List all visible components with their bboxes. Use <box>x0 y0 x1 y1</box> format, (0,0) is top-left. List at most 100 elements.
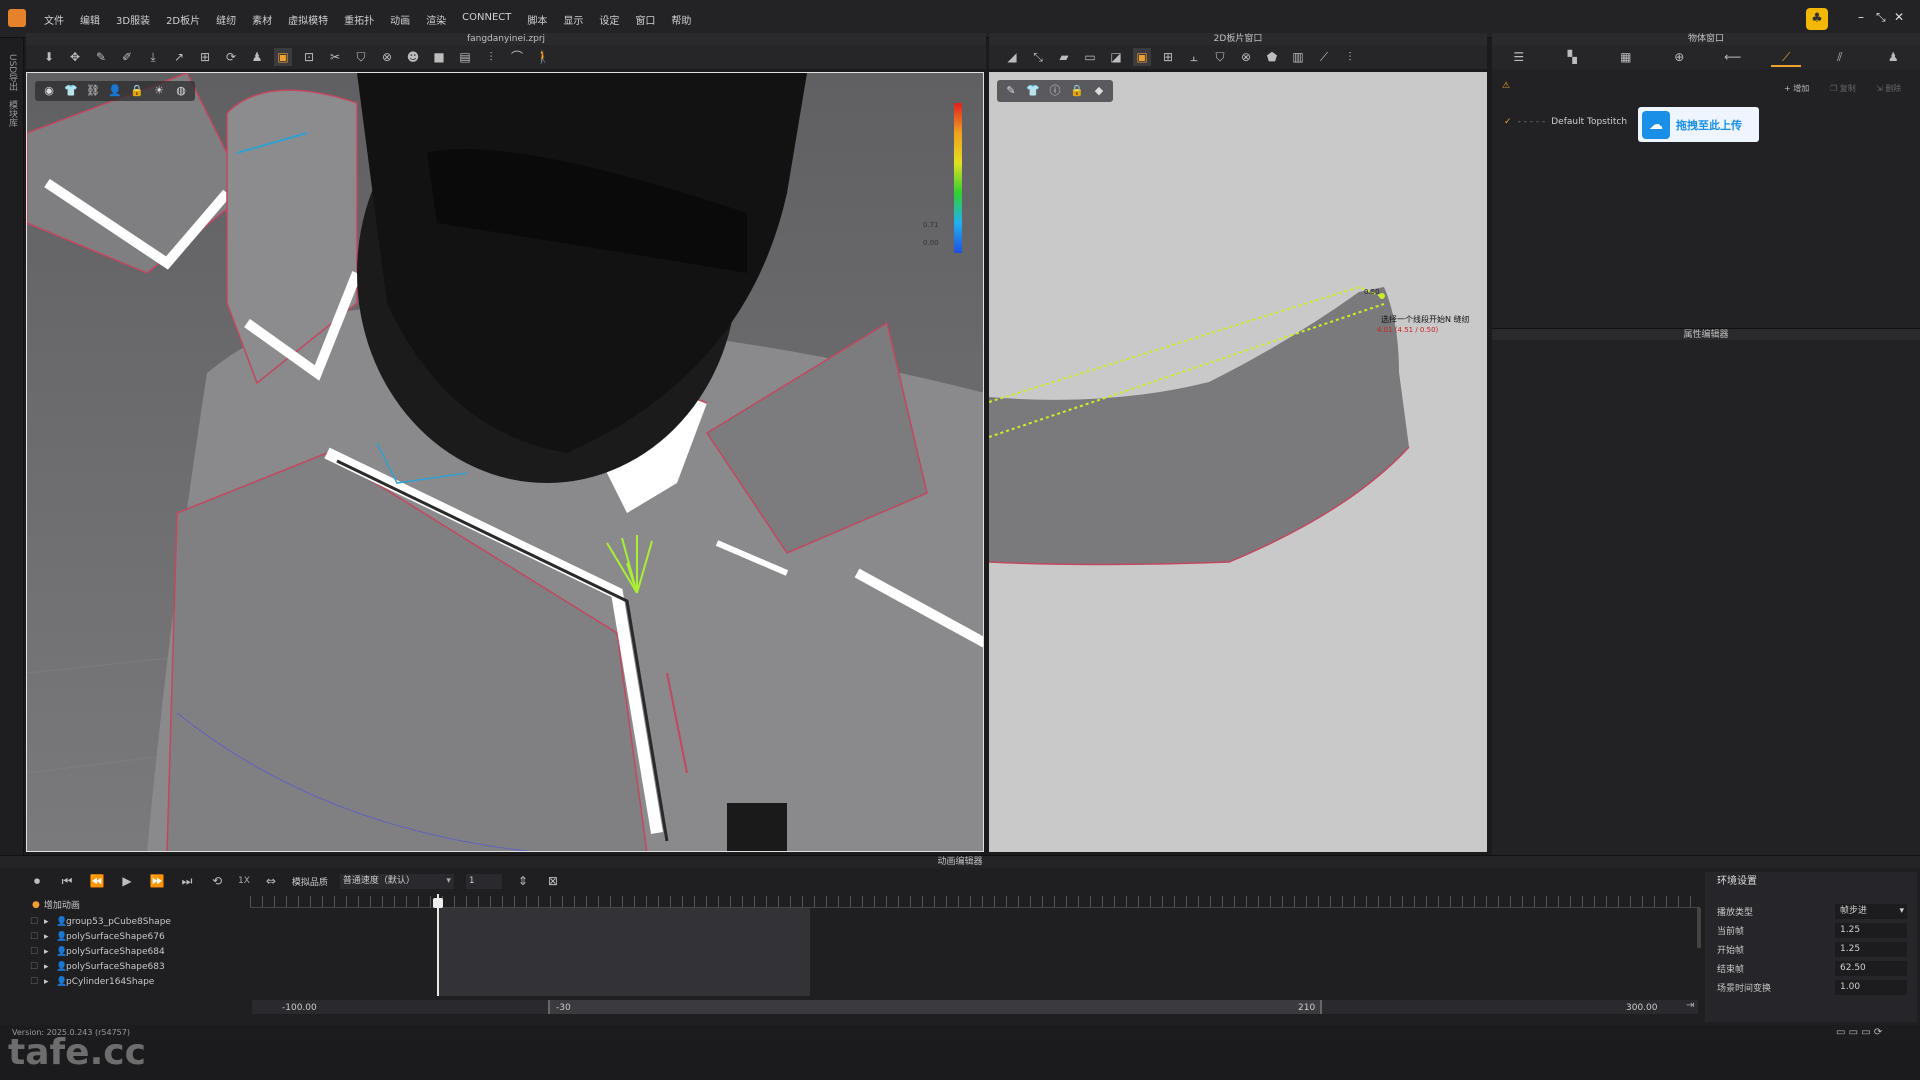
menu-item[interactable]: 虚拟模特 <box>280 12 336 27</box>
menu-item[interactable]: 渲染 <box>418 12 454 27</box>
menu-item[interactable]: 素材 <box>244 12 280 27</box>
measure-2d-icon[interactable]: ⫶ <box>1341 48 1359 66</box>
upload-drop-zone[interactable]: ☁ 拖拽至此上传 <box>1638 107 1759 142</box>
fit-icon[interactable]: ⊠ <box>544 872 562 890</box>
shape-icon[interactable]: ⬟ <box>1263 48 1281 66</box>
current-frame-input[interactable]: 1.25 <box>1835 923 1907 938</box>
menu-item[interactable]: 文件 <box>36 12 72 27</box>
menu-item[interactable]: CONNECT <box>454 12 519 27</box>
shirt-2d-icon[interactable]: 👕 <box>1025 83 1041 99</box>
cloth-2d-icon[interactable]: ⛉ <box>1211 48 1229 66</box>
select-icon[interactable]: ⬇ <box>40 48 58 66</box>
interval-icon[interactable]: ⇔ <box>262 872 280 890</box>
last-frame-icon[interactable]: ⏭ <box>178 872 196 890</box>
topstitch-list-item[interactable]: ✓ - - - - - Default Topstitch <box>1504 117 1627 127</box>
pencil-icon[interactable]: ✎ <box>1003 83 1019 99</box>
transform-icon[interactable]: ◢ <box>1003 48 1021 66</box>
globe-icon[interactable]: ◍ <box>173 83 189 99</box>
menu-item[interactable]: 缝纫 <box>208 12 244 27</box>
move-icon[interactable]: ✥ <box>66 48 84 66</box>
zipper-icon[interactable]: ⟵ <box>1718 47 1748 67</box>
timeline-scrollbar[interactable] <box>1697 908 1701 948</box>
loop-icon[interactable]: ⟲ <box>208 872 226 890</box>
info-icon[interactable]: ⓘ <box>1047 83 1063 99</box>
list-icon[interactable]: ☰ <box>1504 47 1534 67</box>
box-icon[interactable]: ■ <box>430 48 448 66</box>
internal-icon[interactable]: ◪ <box>1107 48 1125 66</box>
play-icon[interactable]: ▶ <box>118 872 136 890</box>
prev-frame-icon[interactable]: ⏪ <box>88 872 106 890</box>
app-logo-icon[interactable] <box>8 9 26 27</box>
ruler-icon[interactable]: ▥ <box>1289 48 1307 66</box>
frame-input[interactable]: 1 <box>465 873 502 889</box>
cube-icon[interactable]: ▤ <box>456 48 474 66</box>
menu-item[interactable]: 窗口 <box>627 12 663 27</box>
time-scale-input[interactable]: 1.00 <box>1835 980 1907 995</box>
arc-icon[interactable]: ⌒ <box>508 48 526 66</box>
edit-point-icon[interactable]: ⤡ <box>1029 48 1047 66</box>
menu-item[interactable]: 脚本 <box>519 12 555 27</box>
layout-icon[interactable]: ⊡ <box>300 48 318 66</box>
walk-icon[interactable]: 🚶 <box>534 48 552 66</box>
viewport-3d[interactable]: ◉ 👕 ⛓ 👤 🔒 ☀ ◍ 0.71 0.00 <box>26 72 984 852</box>
tree-row[interactable]: ☐ ▸ 👤 polySurfaceShape684 <box>30 944 246 959</box>
copy-button[interactable]: ❐ 复制 <box>1830 83 1856 94</box>
first-frame-icon[interactable]: ⏮ <box>58 872 76 890</box>
seam-2d-icon[interactable]: ▣ <box>1133 48 1151 66</box>
button-tab-icon[interactable]: ⊕ <box>1664 47 1694 67</box>
grid-icon[interactable]: ⊞ <box>196 48 214 66</box>
checker-icon[interactable]: ▦ <box>1611 47 1641 67</box>
rotate-icon[interactable]: ⟳ <box>222 48 240 66</box>
tree-row[interactable]: ☐ ▸ 👤 group53_pCube8Shape <box>30 914 246 929</box>
record-icon[interactable]: ⏺ <box>28 872 46 890</box>
scissor-icon[interactable]: ✂ <box>326 48 344 66</box>
rectangle-icon[interactable]: ▭ <box>1081 48 1099 66</box>
playhead-handle[interactable] <box>433 898 443 908</box>
menu-item[interactable]: 重拓扑 <box>336 12 382 27</box>
start-frame-input[interactable]: 1.25 <box>1835 942 1907 957</box>
range-bar-selection[interactable] <box>548 1000 1322 1014</box>
trim-icon[interactable]: ⫽ <box>1825 47 1855 67</box>
minimize-icon[interactable]: – <box>1858 10 1864 24</box>
cloth-icon[interactable]: ⛉ <box>352 48 370 66</box>
delete-button[interactable]: ⇲ 删除 <box>1876 83 1901 94</box>
timeline-active-range[interactable] <box>438 908 810 996</box>
play-type-select[interactable]: 帧步进 ▾ <box>1835 904 1907 919</box>
menu-item[interactable]: 3D服装 <box>108 12 158 27</box>
pin-icon[interactable]: ✐ <box>118 48 136 66</box>
viewport-2d[interactable]: ✎ 👕 ⓘ 🔒 ◆ 0.50 选择一个线段开始N 缝纫 4.01 (4.51 /… <box>989 72 1487 852</box>
camera-icon[interactable]: ◉ <box>41 83 57 99</box>
measure-icon[interactable]: ↗ <box>170 48 188 66</box>
stepper-icon[interactable]: ⇕ <box>514 872 532 890</box>
menu-item[interactable]: 设定 <box>591 12 627 27</box>
avatar-icon[interactable]: ☻ <box>404 48 422 66</box>
playhead[interactable] <box>437 894 439 996</box>
add-button[interactable]: + 增加 <box>1784 83 1809 94</box>
menu-item[interactable]: 动画 <box>382 12 418 27</box>
mannequin-icon[interactable]: ♟ <box>1878 47 1908 67</box>
lock-icon[interactable]: 🔒 <box>129 83 145 99</box>
menu-item[interactable]: 2D板片 <box>158 12 208 27</box>
speed-select[interactable]: 普通速度（默认） ▾ <box>339 873 454 889</box>
body-icon[interactable]: ♟ <box>248 48 266 66</box>
tree-row[interactable]: ☐ ▸ 👤 polySurfaceShape676 <box>30 929 246 944</box>
timeline-ruler[interactable] <box>250 896 1700 908</box>
button-icon[interactable]: ⊗ <box>1237 48 1255 66</box>
lock-2d-icon[interactable]: 🔒 <box>1069 83 1085 99</box>
menu-item[interactable]: 显示 <box>555 12 591 27</box>
topstitch-tab-icon[interactable]: ⟋ <box>1771 47 1802 67</box>
link-icon[interactable]: ⛓ <box>85 83 101 99</box>
range-end-icon[interactable]: ⇥ <box>1686 1000 1694 1011</box>
brush-icon[interactable]: ✎ <box>92 48 110 66</box>
next-frame-icon[interactable]: ⏩ <box>148 872 166 890</box>
line-icon[interactable]: ⟋ <box>1315 48 1333 66</box>
light-icon[interactable]: ☀ <box>151 83 167 99</box>
speed-1x-label[interactable]: 1X <box>238 876 250 886</box>
layout-icons[interactable]: ▭ ▭ ▭ ⟳ <box>1836 1025 1882 1040</box>
grid-2d-icon[interactable]: ⊞ <box>1159 48 1177 66</box>
person-icon[interactable]: 👤 <box>107 83 123 99</box>
polygon-icon[interactable]: ▰ <box>1055 48 1073 66</box>
brand-badge-icon[interactable]: ♣ <box>1806 8 1828 30</box>
pattern-icon[interactable]: ◆ <box>1091 83 1107 99</box>
usd-export-tab[interactable]: USD导出 <box>6 54 19 91</box>
